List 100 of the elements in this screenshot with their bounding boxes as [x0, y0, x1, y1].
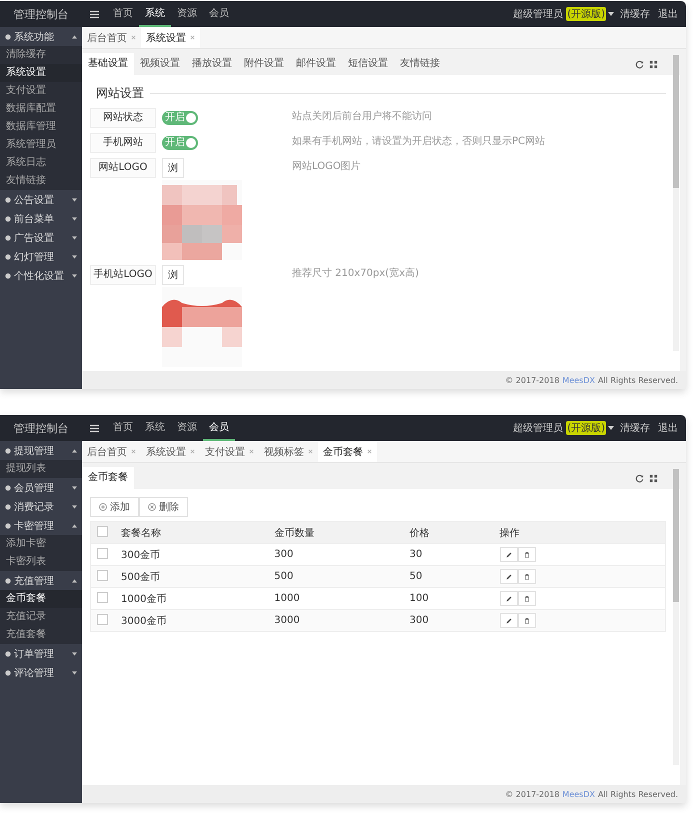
page-tab[interactable]: 系统设置 [141, 27, 200, 48]
row-checkbox[interactable] [97, 570, 108, 580]
sidebar-item[interactable]: 充值套餐 [0, 626, 82, 644]
add-button[interactable]: 添加 [90, 497, 139, 517]
row-checkbox[interactable] [97, 592, 108, 602]
upload-button[interactable]: 浏 [162, 158, 184, 178]
close-icon[interactable] [308, 449, 313, 454]
sidebar-group[interactable]: 评论管理 [0, 663, 82, 682]
dot-icon [5, 254, 11, 260]
page-tab[interactable]: 系统设置 [141, 441, 200, 462]
settings-tab[interactable]: 视频设置 [134, 53, 186, 75]
fullscreen-icon[interactable] [649, 60, 658, 68]
close-icon[interactable] [131, 449, 136, 454]
sidebar-group[interactable]: 前台菜单 [0, 209, 82, 228]
user-name[interactable]: 超级管理员 [513, 7, 564, 21]
sidebar-item[interactable]: 卡密列表 [0, 553, 82, 571]
header-link[interactable]: 清缓存 [620, 7, 650, 21]
sidebar-group[interactable]: 系统功能 [0, 27, 82, 46]
edit-button[interactable] [500, 569, 518, 584]
table-cell-text: 300金币 [120, 548, 162, 562]
nav-tab[interactable]: 系统 [139, 415, 171, 441]
user-name[interactable]: 超级管理员 [513, 421, 564, 435]
row-checkbox[interactable] [97, 548, 108, 558]
sidebar-group[interactable]: 广告设置 [0, 228, 82, 247]
close-icon[interactable] [249, 449, 254, 454]
menu-icon[interactable] [90, 424, 99, 432]
header-link[interactable]: 退出 [658, 421, 678, 435]
sidebar-item[interactable]: 支付设置 [0, 82, 82, 100]
sidebar-item[interactable]: 友情链接 [0, 172, 82, 190]
table-cell-text: 50 [408, 571, 424, 582]
edit-button[interactable] [500, 547, 518, 562]
nav-tab[interactable]: 首页 [107, 415, 139, 441]
settings-tab[interactable]: 播放设置 [186, 53, 238, 75]
scrollbar[interactable] [673, 469, 679, 765]
page-tab[interactable]: 视频标签 [259, 441, 318, 462]
delete-button[interactable]: 删除 [139, 497, 188, 517]
x-circle-icon [148, 503, 156, 511]
upload-button[interactable]: 浏 [162, 265, 184, 285]
nav-tab[interactable]: 首页 [107, 1, 139, 27]
caret-icon[interactable] [608, 426, 614, 430]
row-checkbox[interactable] [97, 614, 108, 624]
fullscreen-icon[interactable] [649, 474, 658, 482]
menu-icon[interactable] [90, 10, 99, 18]
sidebar-item[interactable]: 金币套餐 [0, 590, 82, 608]
delete-button[interactable] [518, 591, 536, 606]
nav-tab[interactable]: 会员 [203, 1, 235, 27]
nav-tab[interactable]: 资源 [171, 1, 203, 27]
settings-tab[interactable]: 金币套餐 [82, 467, 134, 489]
delete-button[interactable] [518, 569, 536, 584]
page-tab[interactable]: 后台首页 [82, 441, 141, 462]
settings-tab[interactable]: 短信设置 [342, 53, 394, 75]
settings-tab[interactable]: 邮件设置 [290, 53, 342, 75]
sidebar-item[interactable]: 数据库管理 [0, 118, 82, 136]
sidebar-item[interactable]: 清除缓存 [0, 46, 82, 64]
refresh-icon[interactable] [635, 474, 644, 482]
sidebar-item[interactable]: 系统日志 [0, 154, 82, 172]
delete-button[interactable] [518, 613, 536, 628]
page-tab[interactable]: 后台首页 [82, 27, 141, 48]
scrollbar[interactable] [673, 55, 679, 351]
settings-tab[interactable]: 友情链接 [394, 53, 446, 75]
sidebar-item[interactable]: 添加卡密 [0, 535, 82, 553]
sidebar-item[interactable]: 提现列表 [0, 460, 82, 478]
sidebar-group[interactable]: 公告设置 [0, 190, 82, 209]
sidebar-group[interactable]: 卡密管理 [0, 516, 82, 535]
settings-tab[interactable]: 附件设置 [238, 53, 290, 75]
sidebar-group[interactable]: 幻灯管理 [0, 247, 82, 266]
settings-tab[interactable]: 基础设置 [82, 53, 134, 75]
close-icon[interactable] [190, 35, 195, 40]
sidebar-group[interactable]: 订单管理 [0, 644, 82, 663]
close-icon[interactable] [131, 35, 136, 40]
page-tab[interactable]: 支付设置 [200, 441, 259, 462]
sidebar-item[interactable]: 系统管理员 [0, 136, 82, 154]
trash-icon [522, 616, 531, 624]
page-tab[interactable]: 金币套餐 [318, 441, 377, 462]
sidebar-item[interactable]: 充值记录 [0, 608, 82, 626]
close-icon[interactable] [190, 449, 195, 454]
edit-button[interactable] [500, 613, 518, 628]
sidebar-group[interactable]: 消费记录 [0, 497, 82, 516]
delete-button[interactable] [518, 547, 536, 562]
dot-icon [5, 234, 11, 240]
dot-icon [5, 216, 11, 222]
header-link[interactable]: 清缓存 [620, 421, 650, 435]
header-link[interactable]: 退出 [658, 7, 678, 21]
table-cell-text: 30 [408, 549, 424, 560]
sidebar-group[interactable]: 个性化设置 [0, 266, 82, 285]
nav-tab[interactable]: 资源 [171, 415, 203, 441]
sidebar-group[interactable]: 充值管理 [0, 571, 82, 590]
field-hint: 推荐尺寸 210x70px(宽x高) [292, 266, 419, 281]
sidebar-group[interactable]: 提现管理 [0, 441, 82, 460]
sidebar-item[interactable]: 系统设置 [0, 64, 82, 82]
edition-badge: (开源版) [566, 421, 606, 435]
caret-icon[interactable] [608, 12, 614, 16]
dot-icon [5, 448, 11, 454]
sidebar-group[interactable]: 会员管理 [0, 478, 82, 497]
select-all-checkbox[interactable] [97, 526, 108, 536]
refresh-icon[interactable] [635, 60, 644, 68]
edit-button[interactable] [500, 591, 518, 606]
close-icon[interactable] [367, 449, 372, 454]
field-label: 手机站LOGO [90, 265, 156, 285]
sidebar-item[interactable]: 数据库配置 [0, 100, 82, 118]
